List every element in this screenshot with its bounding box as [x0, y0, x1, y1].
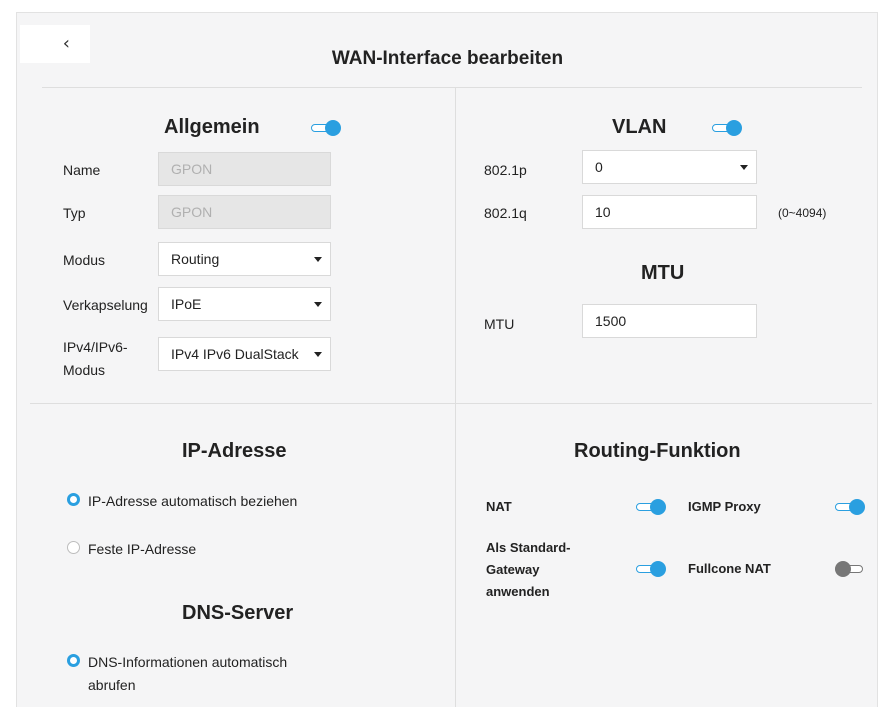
ipmode-select[interactable]: IPv4 IPv6 DualStack	[158, 337, 331, 371]
verkapselung-label: Verkapselung	[63, 297, 148, 313]
8021q-label: 802.1q	[484, 205, 527, 221]
radio-ip-auto[interactable]: IP-Adresse automatisch beziehen	[67, 490, 297, 513]
divider	[455, 87, 456, 707]
typ-field[interactable]: GPON	[158, 195, 331, 229]
igmp-proxy-toggle[interactable]	[835, 499, 867, 515]
8021p-select[interactable]: 0	[582, 150, 757, 184]
nat-label: NAT	[486, 499, 512, 514]
radio-indicator	[67, 493, 80, 506]
radio-ip-auto-label: IP-Adresse automatisch beziehen	[88, 493, 298, 509]
8021q-range-hint: (0~4094)	[778, 206, 827, 220]
section-title-routing-funktion: Routing-Funktion	[574, 440, 741, 462]
radio-ip-fixed[interactable]: Feste IP-Adresse	[67, 538, 196, 561]
nat-toggle[interactable]	[636, 499, 668, 515]
verkapselung-select[interactable]: IPoE	[158, 287, 331, 321]
modus-label: Modus	[63, 252, 106, 268]
fullcone-nat-toggle[interactable]	[835, 561, 867, 577]
vlan-toggle[interactable]	[712, 120, 744, 136]
radio-indicator	[67, 654, 80, 667]
ipmode-select-value: IPv4 IPv6 DualStack	[171, 346, 299, 362]
8021p-select-value: 0	[595, 159, 603, 175]
typ-label: Typ	[63, 205, 86, 221]
divider	[42, 87, 862, 88]
name-label: Name	[63, 162, 101, 178]
chevron-down-icon	[314, 257, 322, 262]
divider	[30, 403, 872, 404]
modus-select-value: Routing	[171, 251, 220, 267]
8021p-label: 802.1p	[484, 162, 527, 178]
radio-dns-auto[interactable]: DNS-Informationen automatisch abrufen	[67, 651, 287, 697]
8021q-input[interactable]: 10	[582, 195, 757, 229]
chevron-down-icon	[314, 352, 322, 357]
igmp-proxy-label: IGMP Proxy	[688, 499, 761, 514]
section-title-ip-adresse: IP-Adresse	[182, 440, 287, 462]
section-title-allgemein: Allgemein	[164, 116, 260, 138]
standard-gateway-label: Als Standard- Gateway anwenden	[486, 540, 571, 599]
chevron-down-icon	[314, 302, 322, 307]
verkapselung-select-value: IPoE	[171, 296, 202, 312]
fullcone-nat-label: Fullcone NAT	[688, 561, 771, 576]
mtu-label: MTU	[484, 316, 515, 332]
ipmode-label: IPv4/IPv6- Modus	[63, 339, 128, 378]
section-title-dns-server: DNS-Server	[182, 602, 294, 624]
radio-ip-fixed-label: Feste IP-Adresse	[88, 541, 197, 557]
radio-indicator	[67, 541, 80, 554]
allgemein-toggle[interactable]	[311, 120, 343, 136]
mtu-input[interactable]: 1500	[582, 304, 757, 338]
chevron-down-icon	[740, 165, 748, 170]
modus-select[interactable]: Routing	[158, 242, 331, 276]
radio-dns-auto-label: DNS-Informationen automatisch abrufen	[88, 654, 288, 693]
section-title-mtu: MTU	[641, 262, 685, 284]
dialog-panel	[16, 12, 878, 707]
section-title-vlan: VLAN	[612, 116, 667, 138]
standard-gateway-toggle[interactable]	[636, 561, 668, 577]
page-title: WAN-Interface bearbeiten	[331, 48, 564, 69]
name-field[interactable]: GPON	[158, 152, 331, 186]
